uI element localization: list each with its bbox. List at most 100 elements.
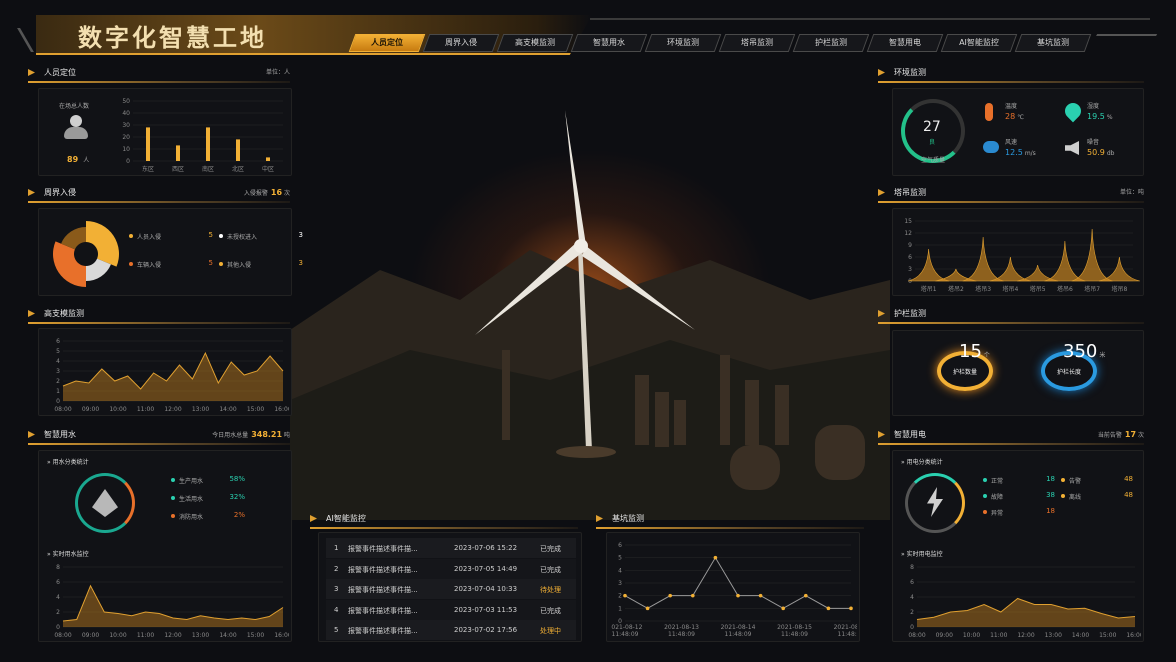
panel-underline <box>28 201 290 203</box>
crane-peak <box>1044 240 1086 282</box>
env-label: 噪音 <box>1087 139 1100 146</box>
y-tick-label: 15 <box>904 218 912 225</box>
bar <box>266 157 270 161</box>
arrow-icon <box>878 310 885 317</box>
data-point <box>804 593 808 598</box>
power-area-chart: 0 2 4 6 8 08:00 09:00 10:00 11:00 12:00 13:00 14:00… <box>908 564 1141 639</box>
legend-item: 生产用水 58% <box>171 475 245 485</box>
env-unit: m/s <box>1024 150 1036 157</box>
legend-dot <box>219 234 223 238</box>
row-status: 处理中 <box>540 627 561 635</box>
table-row[interactable]: 5 报警事件描述事件描... 2023-07-02 17:56 处理中 <box>326 620 576 640</box>
legend-dot <box>1061 478 1065 482</box>
y-tick-label: 20 <box>122 134 130 141</box>
legend-value: 2% <box>233 511 245 519</box>
total-count: 89 人 <box>67 155 90 164</box>
power-sub2: » 实时用电监控 <box>901 551 943 558</box>
x-tick-label: 2021-08-13 <box>664 624 699 631</box>
y-tick-label: 9 <box>908 242 912 249</box>
legend-value: 32% <box>229 493 245 501</box>
data-point <box>781 606 785 611</box>
row-status: 已完成 <box>540 565 561 574</box>
legend-dot <box>129 234 133 238</box>
x-tick-label: 11:00 <box>137 632 154 639</box>
tab-railing[interactable]: 护栏监测 <box>792 34 870 52</box>
power-panel: » 用电分类统计 正常 18 告警 48 故障 38 离线 48 异常 18 » 实时用电监控 0… <box>892 450 1144 642</box>
tab-power[interactable]: 智慧用电 <box>866 34 944 52</box>
tab-crane[interactable]: 塔吊监测 <box>718 34 796 52</box>
data-point <box>668 593 672 598</box>
pie-slice <box>86 221 119 267</box>
y-tick-label: 2 <box>56 378 60 385</box>
tab-pit[interactable]: 基坑监测 <box>1014 34 1092 52</box>
legend-label: 人员入侵 <box>137 234 162 241</box>
tab-water[interactable]: 智慧用水 <box>570 34 648 52</box>
y-tick-label: 3 <box>908 266 912 273</box>
legend-label: 离线 <box>1069 494 1082 501</box>
table-row[interactable]: 4 报警事件描述事件描... 2023-07-03 11:53 已完成 <box>326 599 576 620</box>
x-tick-label: 13:00 <box>192 406 209 413</box>
legend-dot <box>129 262 133 266</box>
legend-item: 生活用水 32% <box>171 493 245 503</box>
legend-item: 异常 18 <box>983 507 1055 517</box>
tab-ai[interactable]: AI智能监控 <box>940 34 1018 52</box>
env-unit: ℃ <box>1017 114 1024 121</box>
bar <box>206 127 210 161</box>
x-tick-label: 2021-08-16 <box>834 624 857 631</box>
water-panel: » 用水分类统计 生产用水 58% 生活用水 32% 消防用水 2% » 实时用水监控 0… <box>38 450 292 642</box>
x-tick-label: 11:48:09 <box>612 631 639 638</box>
row-index: 1 <box>334 544 339 552</box>
crane-peak <box>908 248 950 282</box>
x-tick-label: 南区 <box>202 165 214 173</box>
y-tick-label: 0 <box>126 158 130 165</box>
row-event: 报警事件描述事件描... <box>348 586 418 594</box>
row-index: 2 <box>334 564 339 573</box>
row-index: 5 <box>334 626 339 634</box>
env-value: 50.9 db <box>1087 148 1115 157</box>
panel-underline <box>28 443 290 445</box>
legend-label: 生活用水 <box>179 496 204 503</box>
panel-title-env: 环境监测 <box>878 66 1144 80</box>
x-tick-label: 塔吊5 <box>1030 285 1046 293</box>
x-tick-label: 中区 <box>262 165 274 173</box>
y-tick-label: 4 <box>618 567 622 574</box>
legend-item: 未授权进入 3 <box>219 231 303 241</box>
table-row[interactable]: 2 报警事件描述事件描... 2023-07-05 14:49 已完成 <box>326 558 576 579</box>
power-sub1: » 用电分类统计 <box>901 459 943 466</box>
crane-panel: 0 3 6 9 12 15 塔吊1 塔吊2 塔吊3 塔吊4 塔吊5 塔吊6 塔吊7 塔吊8 <box>892 208 1144 296</box>
formwork-panel: 0 1 2 3 4 5 6 08:00 09:00 10:00 11:00 12:00 13:00 14:… <box>38 328 292 416</box>
table-row[interactable]: 3 报警事件描述事件描... 2023-07-04 10:33 待处理 <box>326 579 576 599</box>
row-time: 2023-07-05 14:49 <box>454 564 518 573</box>
crane-peak <box>962 236 1004 282</box>
wind-turbine-illustration <box>290 110 890 520</box>
data-point <box>736 593 740 598</box>
tab-environment[interactable]: 环境监测 <box>644 34 722 52</box>
thermometer-icon <box>985 103 993 121</box>
aqi-grade: 良 <box>929 139 936 146</box>
table-row[interactable]: 1 报警事件描述事件描... 2023-07-06 15:22 已完成 <box>326 538 576 558</box>
legend-value: 48 <box>1124 491 1133 499</box>
x-tick-label: 14:00 <box>219 406 236 413</box>
panel-underline <box>878 201 1144 203</box>
wind-icon <box>983 141 999 153</box>
tab-intrusion[interactable]: 周界入侵 <box>422 34 500 52</box>
y-tick-label: 2 <box>56 609 60 616</box>
legend-dot <box>219 262 223 266</box>
y-tick-label: 6 <box>908 254 912 261</box>
legend-label: 正常 <box>991 478 1004 485</box>
x-tick-label: 塔吊8 <box>1111 285 1127 293</box>
x-tick-label: 2021-08-12 <box>611 624 643 631</box>
y-tick-label: 4 <box>910 594 914 601</box>
intrusion-panel: 人员入侵 5 未授权进入 3 车辆入侵 5 其他入侵 3 <box>38 208 303 296</box>
crane-peak <box>1071 228 1113 282</box>
y-tick-label: 6 <box>618 542 622 549</box>
y-tick-label: 0 <box>908 278 912 285</box>
y-tick-label: 0 <box>56 398 60 405</box>
x-tick-label: 10:00 <box>963 632 980 639</box>
x-tick-label: 2021-08-14 <box>721 624 756 631</box>
panel-title-rail: 护栏监测 <box>878 307 1144 321</box>
legend-value: 5 <box>208 231 213 239</box>
panel-title-pit: 基坑监测 <box>596 512 864 526</box>
tab-personnel[interactable]: 人员定位 <box>348 34 426 52</box>
tab-formwork[interactable]: 高支模监测 <box>496 34 574 52</box>
